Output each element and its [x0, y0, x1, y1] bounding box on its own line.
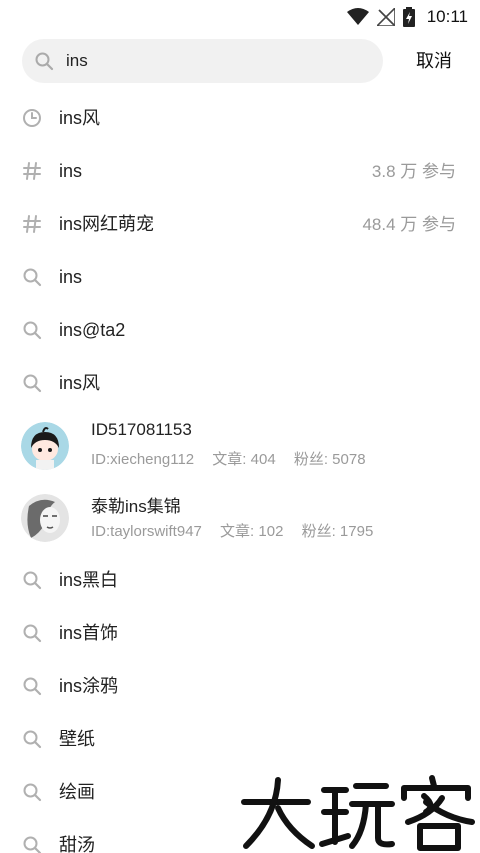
wifi-icon: [346, 8, 369, 25]
user-fans: 粉丝: 5078: [293, 451, 366, 468]
portrait-avatar-icon: [21, 494, 69, 542]
user-result[interactable]: 泰勒ins集锦 ID:taylorswift947 文章: 102 粉丝: 17…: [0, 482, 480, 554]
avatar: [21, 422, 69, 470]
suggestion-item-label: ins黑白: [59, 570, 119, 590]
suggestion-item[interactable]: ins首饰: [0, 607, 480, 660]
hashtag-icon: [23, 162, 41, 180]
search-icon: [23, 374, 42, 393]
status-icons: 10:11: [346, 6, 468, 28]
search-icon: [23, 268, 42, 287]
user-meta: ID:taylorswift947 文章: 102 粉丝: 1795: [91, 520, 387, 541]
suggestion-item-label: ins@ta2: [59, 320, 126, 340]
history-item-label: ins风: [59, 108, 101, 128]
suggestion-item-label: ins首饰: [59, 623, 119, 643]
suggestion-item[interactable]: ins涂鸦: [0, 660, 480, 713]
topic-participants: 3.8 万 参与: [371, 162, 456, 181]
cartoon-avatar-icon: [21, 422, 69, 470]
search-box[interactable]: [22, 39, 383, 83]
suggestion-item-label: 壁纸: [59, 729, 95, 749]
hashtag-icon: [23, 215, 41, 233]
topic-item[interactable]: ins 3.8 万 参与: [0, 145, 480, 198]
user-name: 泰勒ins集锦: [91, 497, 181, 516]
search-icon: [35, 52, 54, 71]
user-result[interactable]: ID517081153 ID:xiecheng112 文章: 404 粉丝: 5…: [0, 410, 480, 482]
search-row: 取消: [0, 39, 480, 83]
suggestion-item-label: ins: [59, 267, 83, 287]
search-icon: [23, 624, 42, 643]
topic-participants: 48.4 万 参与: [362, 215, 456, 234]
suggestion-item[interactable]: ins风: [0, 357, 480, 410]
suggestion-item-label: ins涂鸦: [59, 676, 119, 696]
suggestion-item[interactable]: ins黑白: [0, 554, 480, 607]
user-fans: 粉丝: 1795: [301, 523, 374, 540]
no-signal-icon: [376, 8, 395, 26]
topic-item-label: ins网红萌宠: [59, 214, 155, 234]
suggestion-item-label: 甜汤: [59, 835, 95, 853]
suggestion-item[interactable]: ins: [0, 251, 480, 304]
search-icon: [23, 836, 42, 853]
search-results-list: ins风 ins 3.8 万 参与 ins网红萌宠 48.4 万 参与 ins …: [0, 92, 480, 853]
user-articles: 文章: 404: [212, 451, 276, 468]
status-bar: 10:11: [0, 0, 480, 34]
search-icon: [23, 783, 42, 802]
search-icon: [23, 321, 42, 340]
watermark-logo: [236, 772, 480, 853]
user-id: ID:taylorswift947: [91, 523, 202, 540]
suggestion-item-label: 绘画: [59, 782, 95, 802]
user-articles: 文章: 102: [220, 523, 284, 540]
suggestion-item-label: ins风: [59, 373, 101, 393]
search-icon: [23, 730, 42, 749]
suggestion-item[interactable]: ins@ta2: [0, 304, 480, 357]
search-icon: [23, 571, 42, 590]
suggestion-item[interactable]: 壁纸: [0, 713, 480, 766]
avatar: [21, 494, 69, 542]
topic-item-label: ins: [59, 161, 83, 181]
user-id: ID:xiecheng112: [91, 451, 195, 468]
search-input[interactable]: [66, 39, 366, 83]
topic-item[interactable]: ins网红萌宠 48.4 万 参与: [0, 198, 480, 251]
search-icon: [23, 677, 42, 696]
user-meta: ID:xiecheng112 文章: 404 粉丝: 5078: [91, 448, 380, 469]
status-time: 10:11: [426, 7, 468, 26]
history-item[interactable]: ins风: [0, 92, 480, 145]
user-name: ID517081153: [91, 420, 192, 439]
battery-charging-icon: [402, 7, 415, 27]
clock-icon: [23, 109, 41, 127]
cancel-button[interactable]: 取消: [416, 39, 452, 83]
